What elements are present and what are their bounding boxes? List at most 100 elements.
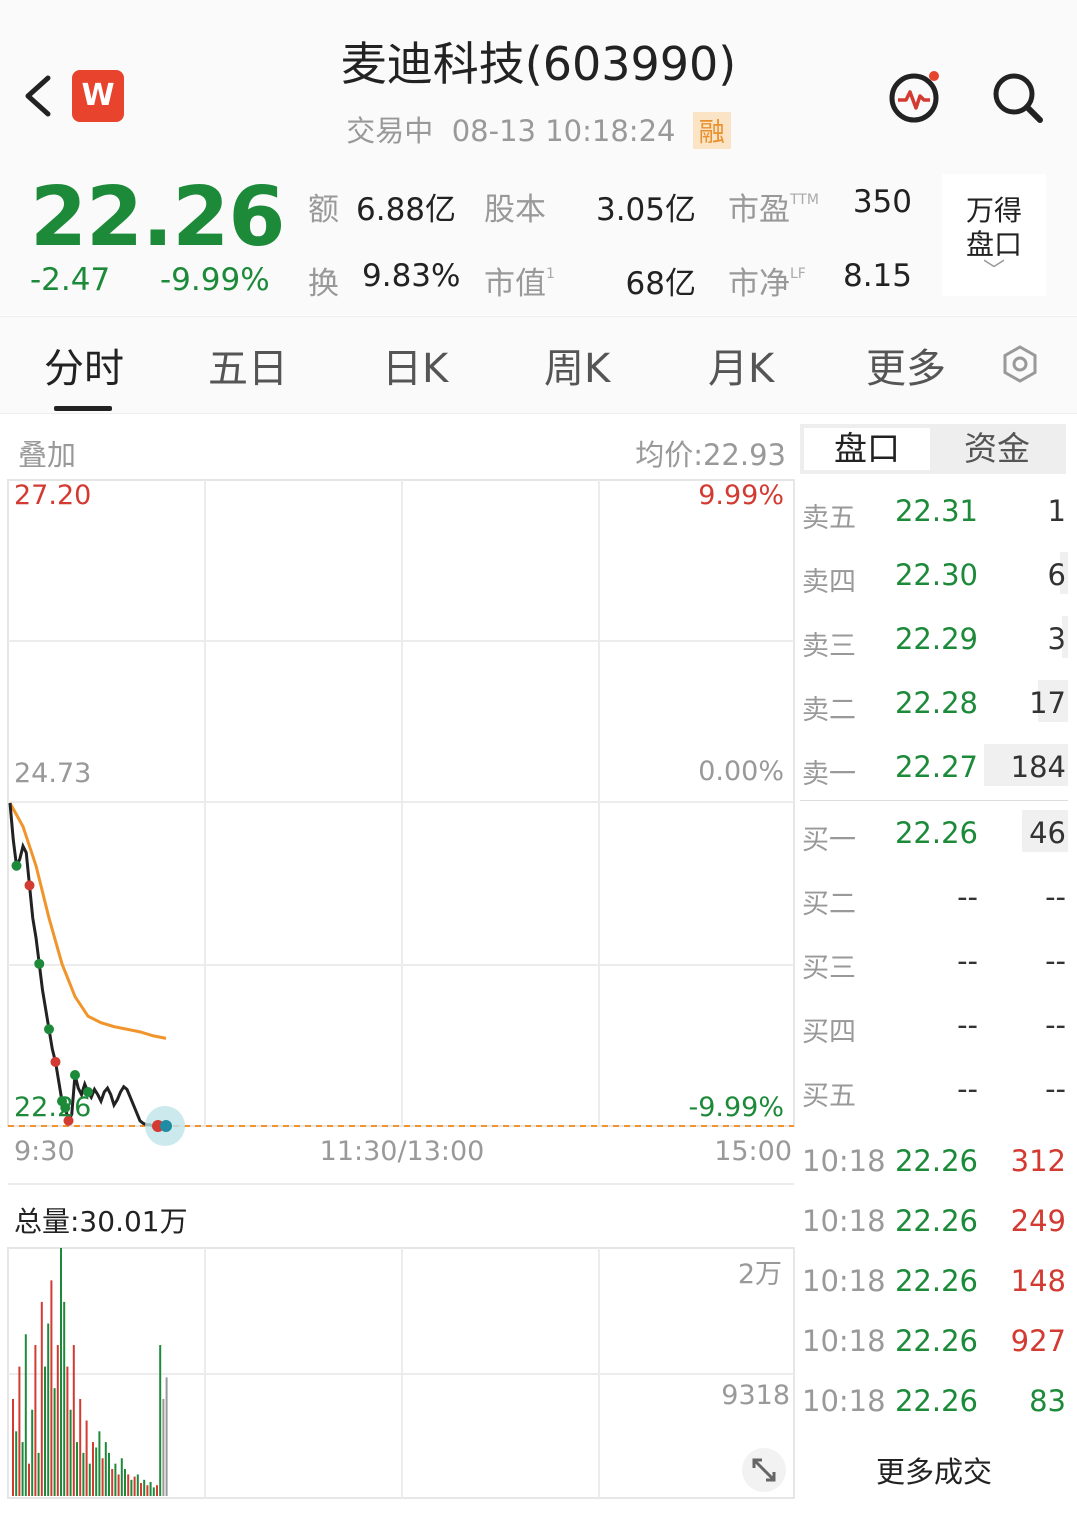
volume-bar — [143, 1479, 146, 1496]
trade-dot — [70, 1070, 80, 1080]
tab-fund-flow[interactable]: 资金 — [934, 428, 1060, 470]
bid-row: 买三 -- -- — [800, 938, 1068, 988]
tab-intraday[interactable]: 分时 — [44, 336, 124, 394]
wind-panel-line2: 盘口 — [965, 228, 1022, 261]
price-axis-low: 22.26 — [14, 1092, 92, 1123]
stat-value: 8.15 — [842, 258, 912, 294]
volume-bar — [60, 1248, 62, 1496]
ask-level-label: 卖四 — [802, 567, 856, 598]
tab-more[interactable]: 更多 — [866, 336, 946, 394]
volume-bar — [24, 1334, 27, 1496]
bid-row: 买一 22.26 46 — [800, 810, 1068, 860]
ask-price: 22.27 — [894, 750, 978, 784]
price-axis-high: 27.20 — [14, 480, 92, 511]
volume-bar — [165, 1377, 168, 1496]
search-button[interactable] — [990, 70, 1046, 126]
bid-price: -- — [957, 944, 978, 978]
more-trades-button[interactable]: 更多成交 — [800, 1446, 1068, 1498]
volume-bar — [50, 1280, 53, 1496]
ask-price: 22.28 — [894, 686, 978, 720]
volume-bar — [15, 1431, 18, 1496]
tab-order-book[interactable]: 盘口 — [804, 428, 930, 470]
ask-row: 卖二 22.28 17 — [800, 680, 1068, 730]
tab-monthly-k[interactable]: 月K — [708, 336, 774, 394]
stat-label: 股本 — [484, 192, 546, 228]
pulse-button[interactable] — [886, 68, 944, 126]
bid-level-label: 买二 — [802, 889, 856, 920]
volume-bar — [66, 1366, 69, 1496]
ask-row: 卖三 22.29 3 — [800, 616, 1068, 666]
ask-price: 22.30 — [894, 558, 978, 592]
volume-bar — [111, 1469, 114, 1496]
volume-bar — [92, 1442, 94, 1496]
volume-bar — [47, 1323, 50, 1496]
book-divider — [800, 800, 1068, 801]
volume-bar — [34, 1345, 37, 1496]
volume-bar — [159, 1345, 162, 1496]
bid-row: 买四 -- -- — [800, 1002, 1068, 1052]
trade-volume: 83 — [1029, 1384, 1066, 1418]
search-icon — [993, 73, 1043, 123]
pct-axis-low: -9.99% — [688, 1092, 784, 1123]
last-price: 22.26 — [30, 170, 285, 265]
ask-level-label: 卖五 — [802, 503, 856, 534]
ask-row: 卖五 22.31 1 — [800, 488, 1068, 538]
volume-bar — [146, 1485, 149, 1496]
bid-volume: -- — [1045, 1072, 1066, 1106]
volume-bar — [63, 1301, 66, 1496]
trade-time: 10:18 — [802, 1384, 886, 1418]
stat-label: 市净LF — [728, 266, 806, 302]
trade-status: 交易中 — [346, 114, 434, 148]
volume-bar — [101, 1458, 104, 1496]
price-axis-mid: 24.73 — [14, 758, 92, 789]
chart-grid — [7, 479, 795, 1499]
fullscreen-button[interactable] — [742, 1448, 786, 1492]
volume-bar — [136, 1474, 139, 1496]
stat-value: 350 — [852, 184, 912, 220]
tab-daily-k[interactable]: 日K — [382, 336, 448, 394]
volume-bar — [120, 1458, 123, 1496]
chevron-down-icon: ﹀ — [982, 259, 1005, 284]
ask-volume: 3 — [1047, 622, 1066, 656]
trade-dot — [44, 1024, 54, 1035]
chart-settings-button[interactable] — [1000, 344, 1040, 388]
trade-dot — [50, 1056, 61, 1067]
volume-bar — [152, 1487, 155, 1496]
volume-bar — [82, 1452, 85, 1496]
stat-value: 68亿 — [625, 266, 696, 302]
intraday-chart — [7, 479, 795, 1499]
volume-bar — [56, 1345, 59, 1496]
overlay-button[interactable]: 叠加 — [18, 432, 76, 474]
volume-bar — [79, 1398, 82, 1496]
heartbeat-icon — [889, 71, 939, 123]
trade-price: 22.26 — [894, 1324, 978, 1358]
volume-bar — [162, 1398, 165, 1496]
volume-bar — [40, 1301, 43, 1496]
tab-five-day[interactable]: 五日 — [208, 336, 288, 394]
active-tab-indicator — [54, 406, 112, 411]
expand-icon — [752, 1458, 776, 1482]
stat-value: 3.05亿 — [595, 192, 696, 228]
wind-orderbook-button[interactable]: 万得 盘口 ﹀ — [942, 174, 1046, 296]
pct-axis-mid: 0.00% — [698, 756, 784, 787]
trade-dot — [34, 958, 45, 969]
trade-volume: 312 — [1010, 1144, 1066, 1178]
bid-row: 买二 -- -- — [800, 874, 1068, 924]
stat-value: 6.88亿 — [356, 192, 457, 228]
price-change-pct: -9.99% — [160, 262, 270, 298]
trade-time: 10:18 — [802, 1324, 886, 1358]
bid-volume: 46 — [1029, 816, 1066, 850]
ask-price: 22.31 — [894, 494, 978, 528]
trade-price: 22.26 — [894, 1144, 978, 1178]
trade-row: 10:18 22.26 83 — [800, 1378, 1068, 1428]
time-axis-start: 9:30 — [14, 1136, 75, 1167]
ask-volume: 1 — [1047, 494, 1066, 528]
volume-bar — [69, 1409, 72, 1496]
bid-price: -- — [957, 880, 978, 914]
bid-volume: -- — [1045, 1008, 1066, 1042]
tab-weekly-k[interactable]: 周K — [544, 336, 610, 394]
bid-price: 22.26 — [894, 816, 978, 850]
bid-level-label: 买五 — [802, 1081, 856, 1112]
volume-bar — [156, 1485, 158, 1496]
volume-bar — [95, 1447, 98, 1496]
